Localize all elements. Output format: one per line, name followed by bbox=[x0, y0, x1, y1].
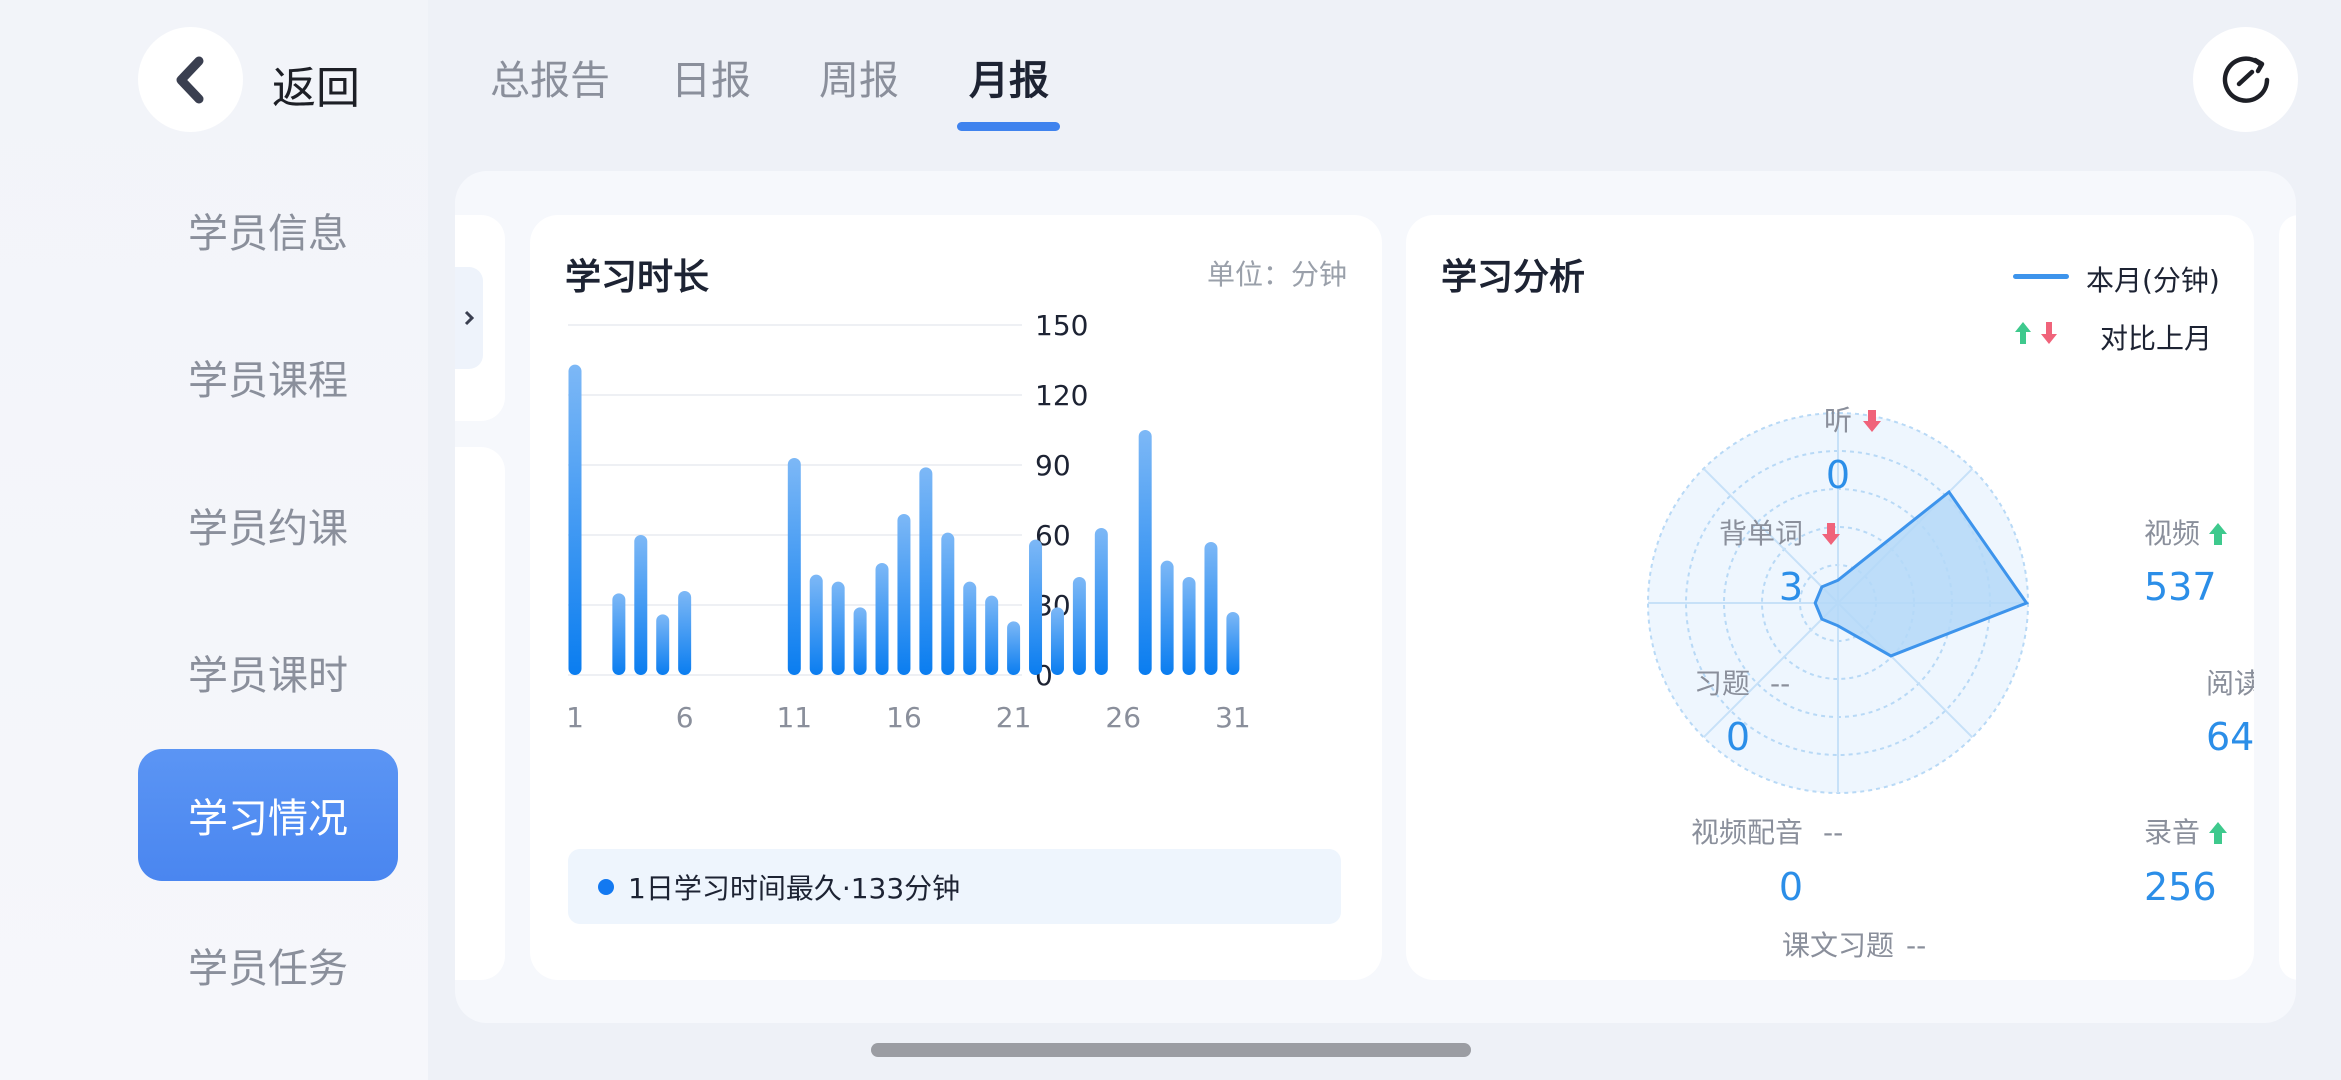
back-label[interactable]: 返回 bbox=[272, 52, 360, 116]
back-button[interactable] bbox=[138, 27, 243, 132]
x-tick-label: 1 bbox=[566, 701, 584, 734]
bar-day-12[interactable] bbox=[809, 574, 823, 675]
x-tick-label: 11 bbox=[776, 701, 812, 734]
radar-axis-value: 537 bbox=[2144, 565, 2217, 609]
study-time-card: 学习时长 单位：分钟 0 30 60 90 120 150 1 6 11 16 21 26 31 1日学… bbox=[530, 215, 1382, 980]
summary-text: 1日学习时间最久·133分钟 bbox=[628, 871, 961, 905]
bar-day-14[interactable] bbox=[853, 607, 867, 675]
sidebar-item-student-info[interactable]: 学员信息 bbox=[138, 164, 398, 296]
radar-axis-value: 0 bbox=[1826, 453, 1850, 497]
bar-day-28[interactable] bbox=[1160, 560, 1174, 675]
bar-day-6[interactable] bbox=[678, 591, 692, 675]
radar-axis-value: 256 bbox=[2144, 865, 2217, 909]
radar-axis-label: 录音 bbox=[2144, 816, 2200, 849]
trend-up-icon bbox=[2209, 523, 2227, 545]
x-tick-label: 31 bbox=[1215, 701, 1251, 734]
radar-axis-label: 习题 bbox=[1694, 667, 1750, 700]
radar-axis-label: 视频配音 bbox=[1691, 816, 1803, 849]
study-time-bar-chart: 03060901201501 6 11 16 21 26 31 bbox=[566, 309, 1251, 734]
refresh-icon bbox=[2222, 55, 2269, 103]
bar-day-13[interactable] bbox=[831, 581, 845, 675]
bar-day-20[interactable] bbox=[985, 595, 999, 675]
bar-day-16[interactable] bbox=[897, 514, 911, 675]
tab-weekly-report[interactable]: 周报 bbox=[819, 48, 899, 106]
chevron-left-icon bbox=[176, 56, 203, 103]
tab-monthly-report[interactable]: 月报 bbox=[969, 48, 1049, 106]
trend-up-icon bbox=[2209, 822, 2227, 844]
radar-axis-value: 3 bbox=[1779, 565, 1803, 609]
bar-day-4[interactable] bbox=[634, 535, 648, 675]
bar-day-29[interactable] bbox=[1182, 577, 1196, 675]
radar-axis-value: 0 bbox=[1779, 865, 1803, 909]
study-time-summary: 1日学习时间最久·133分钟 bbox=[568, 849, 1341, 924]
bar-day-25[interactable] bbox=[1094, 528, 1108, 675]
sidebar-item-student-booking[interactable]: 学员约课 bbox=[138, 459, 398, 591]
next-card-edge bbox=[2279, 215, 2296, 980]
tab-daily-report[interactable]: 日报 bbox=[671, 48, 751, 106]
bar-day-18[interactable] bbox=[941, 532, 955, 675]
trend-none-label: -- bbox=[1823, 816, 1843, 849]
bar-day-1[interactable] bbox=[568, 364, 582, 675]
radar-axis-label: 阅读 bbox=[2206, 667, 2254, 700]
y-tick-label: 120 bbox=[1035, 379, 1088, 412]
radar-axis-label: 课文习题 bbox=[1782, 929, 1894, 962]
bar-day-24[interactable] bbox=[1072, 577, 1086, 675]
trend-none-label: -- bbox=[1770, 667, 1790, 700]
x-tick-label: 6 bbox=[676, 701, 694, 734]
y-tick-label: 150 bbox=[1035, 309, 1088, 342]
bar-day-27[interactable] bbox=[1138, 430, 1152, 675]
sidebar-item-student-tasks[interactable]: 学员任务 bbox=[138, 899, 398, 1031]
bar-day-5[interactable] bbox=[656, 614, 670, 675]
bar-day-30[interactable] bbox=[1204, 542, 1218, 675]
sidebar-item-study-status[interactable]: 学习情况 bbox=[138, 749, 398, 881]
sidebar-item-student-hours[interactable]: 学员课时 bbox=[138, 606, 398, 738]
bar-day-17[interactable] bbox=[919, 467, 933, 675]
tab-overall-report[interactable]: 总报告 bbox=[490, 48, 610, 106]
bar-day-3[interactable] bbox=[612, 593, 626, 675]
bar-day-22[interactable] bbox=[1029, 539, 1043, 675]
previous-card-edge-lower bbox=[455, 447, 505, 980]
chevron-right-icon bbox=[464, 310, 474, 326]
bar-day-21[interactable] bbox=[1007, 621, 1021, 675]
radar-axis-label: 视频 bbox=[2144, 517, 2200, 550]
sidebar: 返回 学员信息 学员课程 学员约课 学员课时 学习情况 学员任务 bbox=[0, 0, 428, 1080]
report-content: 学习时长 单位：分钟 0 30 60 90 120 150 1 6 11 16 21 26 31 1日学… bbox=[455, 171, 2296, 1023]
summary-dot bbox=[598, 878, 614, 895]
radar-axis-value: 0 bbox=[1726, 715, 1750, 759]
y-tick-label: 90 bbox=[1035, 449, 1071, 482]
x-tick-label: 26 bbox=[1105, 701, 1141, 734]
radar-axis-value: 645 bbox=[2206, 715, 2254, 759]
study-analysis-card: 学习分析 本月(分钟) 对比上月 听0视频537阅读645录音256课文习题--… bbox=[1406, 215, 2254, 980]
refresh-button[interactable] bbox=[2193, 27, 2298, 132]
x-tick-label: 16 bbox=[886, 701, 922, 734]
active-tab-indicator bbox=[957, 122, 1060, 131]
sidebar-item-student-courses[interactable]: 学员课程 bbox=[138, 311, 398, 443]
bar-day-15[interactable] bbox=[875, 563, 889, 675]
radar-axis-label: 背单词 bbox=[1719, 517, 1803, 550]
bar-day-23[interactable] bbox=[1050, 607, 1064, 675]
radar-axis-label: 听 bbox=[1824, 404, 1852, 437]
x-tick-label: 21 bbox=[996, 701, 1032, 734]
expand-handle[interactable] bbox=[455, 267, 483, 369]
study-analysis-radar-chart: 听0视频537阅读645录音256课文习题--0视频配音--0习题--0背单词3 bbox=[1647, 404, 2254, 962]
bar-day-19[interactable] bbox=[963, 581, 977, 675]
trend-none-label: -- bbox=[1906, 929, 1926, 962]
bar-day-31[interactable] bbox=[1226, 612, 1240, 675]
home-indicator[interactable] bbox=[871, 1043, 1471, 1057]
bar-day-11[interactable] bbox=[787, 458, 801, 675]
